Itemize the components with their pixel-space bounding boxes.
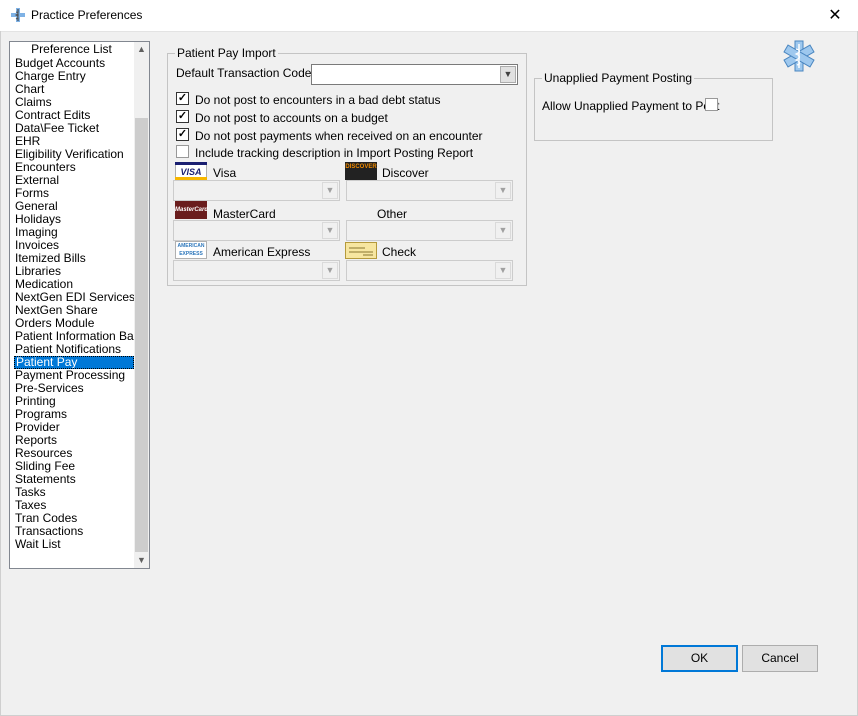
received-on-encounter-checkbox[interactable]: ✓ bbox=[176, 128, 189, 141]
preference-list-item[interactable]: Resources bbox=[14, 447, 134, 460]
discover-label: Discover bbox=[382, 166, 429, 180]
discover-card-icon: DISCOVER bbox=[345, 162, 377, 180]
preference-list-item[interactable]: Statements bbox=[14, 473, 134, 486]
scroll-up-arrow-icon[interactable]: ▲ bbox=[134, 42, 149, 57]
mastercard-dropdown[interactable]: ▼ bbox=[173, 220, 340, 241]
preference-list-item[interactable]: NextGen Share bbox=[14, 304, 134, 317]
preference-list-item[interactable]: Charge Entry bbox=[14, 70, 134, 83]
tracking-description-label: Include tracking description in Import P… bbox=[195, 146, 474, 160]
mastercard-label: MasterCard bbox=[213, 207, 276, 221]
preference-list-item[interactable]: Itemized Bills bbox=[14, 252, 134, 265]
preference-list-item[interactable]: Sliding Fee bbox=[14, 460, 134, 473]
preference-list-items: Budget Accounts Charge Entry Chart Claims Co… bbox=[14, 57, 134, 551]
check-label: Check bbox=[382, 245, 417, 259]
other-label: Other bbox=[377, 207, 408, 221]
default-transaction-code-dropdown[interactable]: ▼ bbox=[311, 64, 518, 85]
preference-list-item[interactable]: Tran Codes bbox=[14, 512, 134, 525]
star-of-life-logo-icon bbox=[783, 40, 815, 72]
preference-list-item[interactable]: Eligibility Verification bbox=[14, 148, 134, 161]
chevron-down-icon[interactable]: ▼ bbox=[322, 182, 338, 199]
preference-list-item[interactable]: Libraries bbox=[14, 265, 134, 278]
scroll-down-arrow-icon[interactable]: ▼ bbox=[134, 553, 149, 568]
chevron-down-icon[interactable]: ▼ bbox=[495, 182, 511, 199]
preference-list-item[interactable]: Taxes bbox=[14, 499, 134, 512]
checkmark-icon: ✓ bbox=[177, 92, 188, 104]
preference-list[interactable]: Preference List Budget Accounts Charge En… bbox=[9, 41, 150, 569]
preference-list-item[interactable]: Tasks bbox=[14, 486, 134, 499]
preference-list-item[interactable]: Patient Notifications bbox=[14, 343, 134, 356]
visa-dropdown[interactable]: ▼ bbox=[173, 180, 340, 201]
visa-stripe-top bbox=[175, 162, 207, 165]
medical-caduceus-icon bbox=[11, 8, 25, 22]
discover-dropdown[interactable]: ▼ bbox=[346, 180, 513, 201]
cancel-button[interactable]: Cancel bbox=[742, 645, 818, 672]
chevron-down-icon[interactable]: ▼ bbox=[500, 66, 516, 83]
preference-list-item[interactable]: Pre-Services bbox=[14, 382, 134, 395]
close-icon: ✕ bbox=[828, 7, 842, 24]
scrollbar-thumb[interactable] bbox=[135, 118, 148, 552]
received-on-encounter-label: Do not post payments when received on an… bbox=[195, 129, 483, 143]
preference-list-item[interactable]: Invoices bbox=[14, 239, 134, 252]
preference-list-item[interactable]: Reports bbox=[14, 434, 134, 447]
preference-list-item[interactable]: Contract Edits bbox=[14, 109, 134, 122]
other-dropdown[interactable]: ▼ bbox=[346, 220, 513, 241]
allow-unapplied-payment-checkbox[interactable] bbox=[705, 98, 718, 111]
preference-list-item[interactable]: General bbox=[14, 200, 134, 213]
budget-label: Do not post to accounts on a budget bbox=[195, 111, 388, 125]
preference-list-item[interactable]: Chart bbox=[14, 83, 134, 96]
preference-list-item[interactable]: Programs bbox=[14, 408, 134, 421]
preference-list-item[interactable]: Data\Fee Ticket bbox=[14, 122, 134, 135]
close-button[interactable]: ✕ bbox=[812, 0, 858, 31]
preference-list-item[interactable]: External bbox=[14, 174, 134, 187]
chevron-down-icon[interactable]: ▼ bbox=[495, 222, 511, 239]
chevron-down-icon[interactable]: ▼ bbox=[495, 262, 511, 279]
checkmark-icon: ✓ bbox=[177, 128, 188, 140]
tracking-description-checkbox[interactable] bbox=[176, 145, 189, 158]
preference-list-item[interactable]: NextGen EDI Services bbox=[14, 291, 134, 304]
allow-unapplied-payment-label: Allow Unapplied Payment to Post bbox=[542, 99, 720, 113]
ok-button[interactable]: OK bbox=[661, 645, 738, 672]
bad-debt-checkbox[interactable]: ✓ bbox=[176, 92, 189, 105]
preference-list-item[interactable]: Payment Processing bbox=[14, 369, 134, 382]
patient-pay-import-legend: Patient Pay Import bbox=[175, 46, 278, 60]
preference-list-item[interactable]: Patient Pay bbox=[14, 356, 134, 369]
preference-list-item[interactable]: Printing bbox=[14, 395, 134, 408]
checkmark-icon: ✓ bbox=[177, 110, 188, 122]
title-bar: Practice Preferences ✕ bbox=[0, 0, 858, 32]
preference-list-item[interactable]: Budget Accounts bbox=[14, 57, 134, 70]
amex-card-icon: AMERICAN EXPRESS bbox=[175, 241, 207, 259]
preference-list-item[interactable]: Holidays bbox=[14, 213, 134, 226]
preference-list-item[interactable]: Patient Information Bar bbox=[14, 330, 134, 343]
bad-debt-label: Do not post to encounters in a bad debt … bbox=[195, 93, 441, 107]
preference-list-item[interactable]: Orders Module bbox=[14, 317, 134, 330]
window-title: Practice Preferences bbox=[31, 8, 143, 22]
preference-list-item[interactable]: Imaging bbox=[14, 226, 134, 239]
mastercard-icon: MasterCard bbox=[175, 201, 208, 219]
preference-list-item[interactable]: Forms bbox=[14, 187, 134, 200]
preference-list-item[interactable]: Encounters bbox=[14, 161, 134, 174]
preference-list-item[interactable]: Wait List bbox=[14, 538, 134, 551]
preference-list-item[interactable]: Provider bbox=[14, 421, 134, 434]
preference-list-scrollbar[interactable]: ▲ ▼ bbox=[134, 42, 149, 568]
preference-list-header: Preference List bbox=[31, 42, 112, 56]
preference-list-item[interactable]: Claims bbox=[14, 96, 134, 109]
american-express-label: American Express bbox=[213, 245, 311, 259]
check-dropdown[interactable]: ▼ bbox=[346, 260, 513, 281]
preference-list-item[interactable]: Transactions bbox=[14, 525, 134, 538]
check-icon bbox=[345, 242, 377, 259]
visa-label: Visa bbox=[213, 166, 237, 180]
unapplied-payment-posting-legend: Unapplied Payment Posting bbox=[542, 71, 695, 85]
preference-list-item[interactable]: EHR bbox=[14, 135, 134, 148]
american-express-dropdown[interactable]: ▼ bbox=[173, 260, 340, 281]
chevron-down-icon[interactable]: ▼ bbox=[322, 222, 338, 239]
chevron-down-icon[interactable]: ▼ bbox=[322, 262, 338, 279]
budget-checkbox[interactable]: ✓ bbox=[176, 110, 189, 123]
default-transaction-code-label: Default Transaction Code: bbox=[176, 66, 315, 80]
preference-list-item[interactable]: Medication bbox=[14, 278, 134, 291]
